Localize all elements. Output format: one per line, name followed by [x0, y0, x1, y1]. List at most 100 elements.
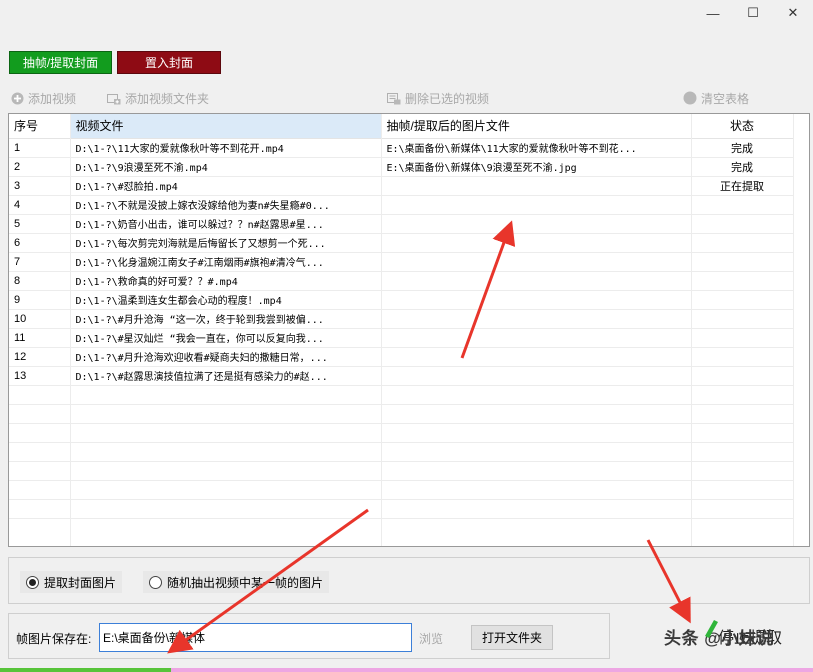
- empty-cell: [9, 404, 71, 424]
- minimize-icon[interactable]: —: [693, 0, 733, 26]
- browse-button[interactable]: 浏览: [419, 630, 443, 647]
- add-folder-label: 添加视频文件夹: [125, 91, 210, 106]
- empty-cell: [70, 480, 382, 500]
- empty-row: [9, 442, 794, 462]
- stop-circle-icon: [683, 91, 697, 105]
- table-row[interactable]: 11 D:\1-?\#星汉灿烂 “我会一直在，你可以反复向我...: [9, 328, 794, 348]
- column-header-index[interactable]: 序号: [9, 114, 71, 139]
- table-row[interactable]: 6 D:\1-?\每次剪完刘海就是后悔留长了又想剪一个死...: [9, 233, 794, 253]
- add-folder-button[interactable]: 添加视频文件夹: [107, 88, 209, 108]
- add-folder-icon: [107, 91, 121, 105]
- row-video-file: D:\1-?\救命真的好可爱？？#.mp4: [70, 271, 382, 291]
- table-row[interactable]: 3 D:\1-?\#怼脸拍.mp4 正在提取: [9, 176, 794, 196]
- row-video-file: D:\1-?\#月升沧海 “这一次，终于轮到我尝到被偏...: [70, 309, 382, 329]
- table-row[interactable]: 12 D:\1-?\#月升沧海欢迎收看#疑商夫妇的撒糖日常，...: [9, 347, 794, 367]
- empty-cell: [381, 442, 692, 462]
- row-index: 5: [9, 214, 71, 234]
- row-index: 1: [9, 138, 71, 158]
- add-video-button[interactable]: 添加视频: [10, 88, 76, 108]
- plus-circle-icon: [10, 91, 24, 105]
- empty-cell: [691, 480, 794, 500]
- table-row[interactable]: 7 D:\1-?\化身温婉江南女子#江南烟雨#旗袍#清冷气...: [9, 252, 794, 272]
- radio-extract-cover[interactable]: 提取封面图片: [20, 571, 123, 593]
- row-index: 8: [9, 271, 71, 291]
- row-video-file: D:\1-?\每次剪完刘海就是后悔留长了又想剪一个死...: [70, 233, 382, 253]
- table-row[interactable]: 8 D:\1-?\救命真的好可爱？？#.mp4: [9, 271, 794, 291]
- row-video-file: D:\1-?\11大家的爱就像秋叶等不到花开.mp4: [70, 138, 382, 158]
- row-video-file: D:\1-?\不就是没披上嫁衣没嫁给他为妻n#失星瘾#0...: [70, 195, 382, 215]
- empty-cell: [691, 423, 794, 443]
- row-index: 11: [9, 328, 71, 348]
- empty-cell: [70, 385, 382, 405]
- empty-cell: [9, 480, 71, 500]
- empty-cell: [9, 385, 71, 405]
- empty-cell: [70, 499, 382, 519]
- row-status: [691, 328, 794, 348]
- row-index: 10: [9, 309, 71, 329]
- table-row[interactable]: 9 D:\1-?\温柔到连女生都会心动的程度！.mp4: [9, 290, 794, 310]
- row-video-file: D:\1-?\奶音小出击，谁可以躲过？？n#赵露思#星...: [70, 214, 382, 234]
- table-row[interactable]: 13 D:\1-?\#赵露思演技值拉满了还是挺有感染力的#赵...: [9, 366, 794, 386]
- table-row[interactable]: 10 D:\1-?\#月升沧海 “这一次，终于轮到我尝到被偏...: [9, 309, 794, 329]
- column-header-video-file[interactable]: 视频文件: [70, 114, 382, 139]
- row-index: 4: [9, 195, 71, 215]
- save-path-input[interactable]: E:\桌面备份\新媒体: [99, 623, 412, 652]
- empty-cell: [70, 423, 382, 443]
- row-image-file: [381, 290, 692, 310]
- extract-cover-button[interactable]: 抽帧/提取封面: [9, 51, 112, 74]
- row-status: [691, 309, 794, 329]
- row-video-file: D:\1-?\9浪漫至死不渝.mp4: [70, 157, 382, 177]
- row-index: 3: [9, 176, 71, 196]
- row-video-file: D:\1-?\化身温婉江南女子#江南烟雨#旗袍#清冷气...: [70, 252, 382, 272]
- row-status: 完成: [691, 138, 794, 158]
- clear-table-button[interactable]: 清空表格: [683, 88, 749, 108]
- progress-bar: [0, 668, 813, 672]
- radio-extract-cover-label: 提取封面图片: [44, 575, 117, 590]
- radio-random-frame-label: 随机抽出视频中某一帧的图片: [167, 575, 324, 590]
- table-row[interactable]: 2 D:\1-?\9浪漫至死不渝.mp4 E:\桌面备份\新媒体\9浪漫至死不渝.j…: [9, 157, 794, 177]
- window-controls: — ☐ ✕: [693, 0, 813, 26]
- row-image-file: [381, 271, 692, 291]
- row-status: 正在提取: [691, 176, 794, 196]
- empty-cell: [691, 499, 794, 519]
- maximize-icon[interactable]: ☐: [733, 0, 773, 26]
- column-header-status[interactable]: 状态: [691, 114, 794, 139]
- radio-random-frame[interactable]: 随机抽出视频中某一帧的图片: [143, 571, 330, 593]
- empty-cell: [70, 461, 382, 481]
- row-video-file: D:\1-?\#赵露思演技值拉满了还是挺有感染力的#赵...: [70, 366, 382, 386]
- empty-cell: [381, 461, 692, 481]
- row-image-file: [381, 195, 692, 215]
- column-header-image-file[interactable]: 抽帧/提取后的图片文件: [381, 114, 692, 139]
- row-status: [691, 233, 794, 253]
- row-video-file: D:\1-?\#月升沧海欢迎收看#疑商夫妇的撒糖日常，...: [70, 347, 382, 367]
- delete-selected-button[interactable]: 删除已选的视频: [387, 88, 489, 108]
- row-video-file: D:\1-?\#星汉灿烂 “我会一直在，你可以反复向我...: [70, 328, 382, 348]
- progress-fill: [0, 668, 171, 672]
- row-image-file: [381, 233, 692, 253]
- empty-row: [9, 480, 794, 500]
- radio-button[interactable]: [149, 575, 162, 589]
- add-video-label: 添加视频: [28, 91, 77, 106]
- row-image-file: [381, 252, 692, 272]
- row-image-file: [381, 347, 692, 367]
- row-index: 6: [9, 233, 71, 253]
- table-row[interactable]: 5 D:\1-?\奶音小出击，谁可以躲过？？n#赵露思#星...: [9, 214, 794, 234]
- table-row[interactable]: 4 D:\1-?\不就是没披上嫁衣没嫁给他为妻n#失星瘾#0...: [9, 195, 794, 215]
- delete-list-icon: [387, 91, 401, 105]
- radio-button[interactable]: [26, 575, 39, 589]
- row-video-file: D:\1-?\温柔到连女生都会心动的程度！.mp4: [70, 290, 382, 310]
- empty-row: [9, 404, 794, 424]
- empty-row: [9, 499, 794, 519]
- insert-cover-button[interactable]: 置入封面: [117, 51, 221, 74]
- row-index: 12: [9, 347, 71, 367]
- table-row[interactable]: 1 D:\1-?\11大家的爱就像秋叶等不到花开.mp4 E:\桌面备份\新媒体\1…: [9, 138, 794, 158]
- row-image-file: E:\桌面备份\新媒体\11大家的爱就像秋叶等不到花...: [381, 138, 692, 158]
- row-status: [691, 271, 794, 291]
- video-table[interactable]: 序号 视频文件 抽帧/提取后的图片文件 状态 1 D:\1-?\11大家的爱就像秋…: [8, 113, 810, 547]
- row-status: 完成: [691, 157, 794, 177]
- empty-cell: [9, 423, 71, 443]
- open-folder-button[interactable]: 打开文件夹: [471, 625, 553, 650]
- row-image-file: [381, 214, 692, 234]
- close-icon[interactable]: ✕: [773, 0, 813, 26]
- row-image-file: E:\桌面备份\新媒体\9浪漫至死不渝.jpg: [381, 157, 692, 177]
